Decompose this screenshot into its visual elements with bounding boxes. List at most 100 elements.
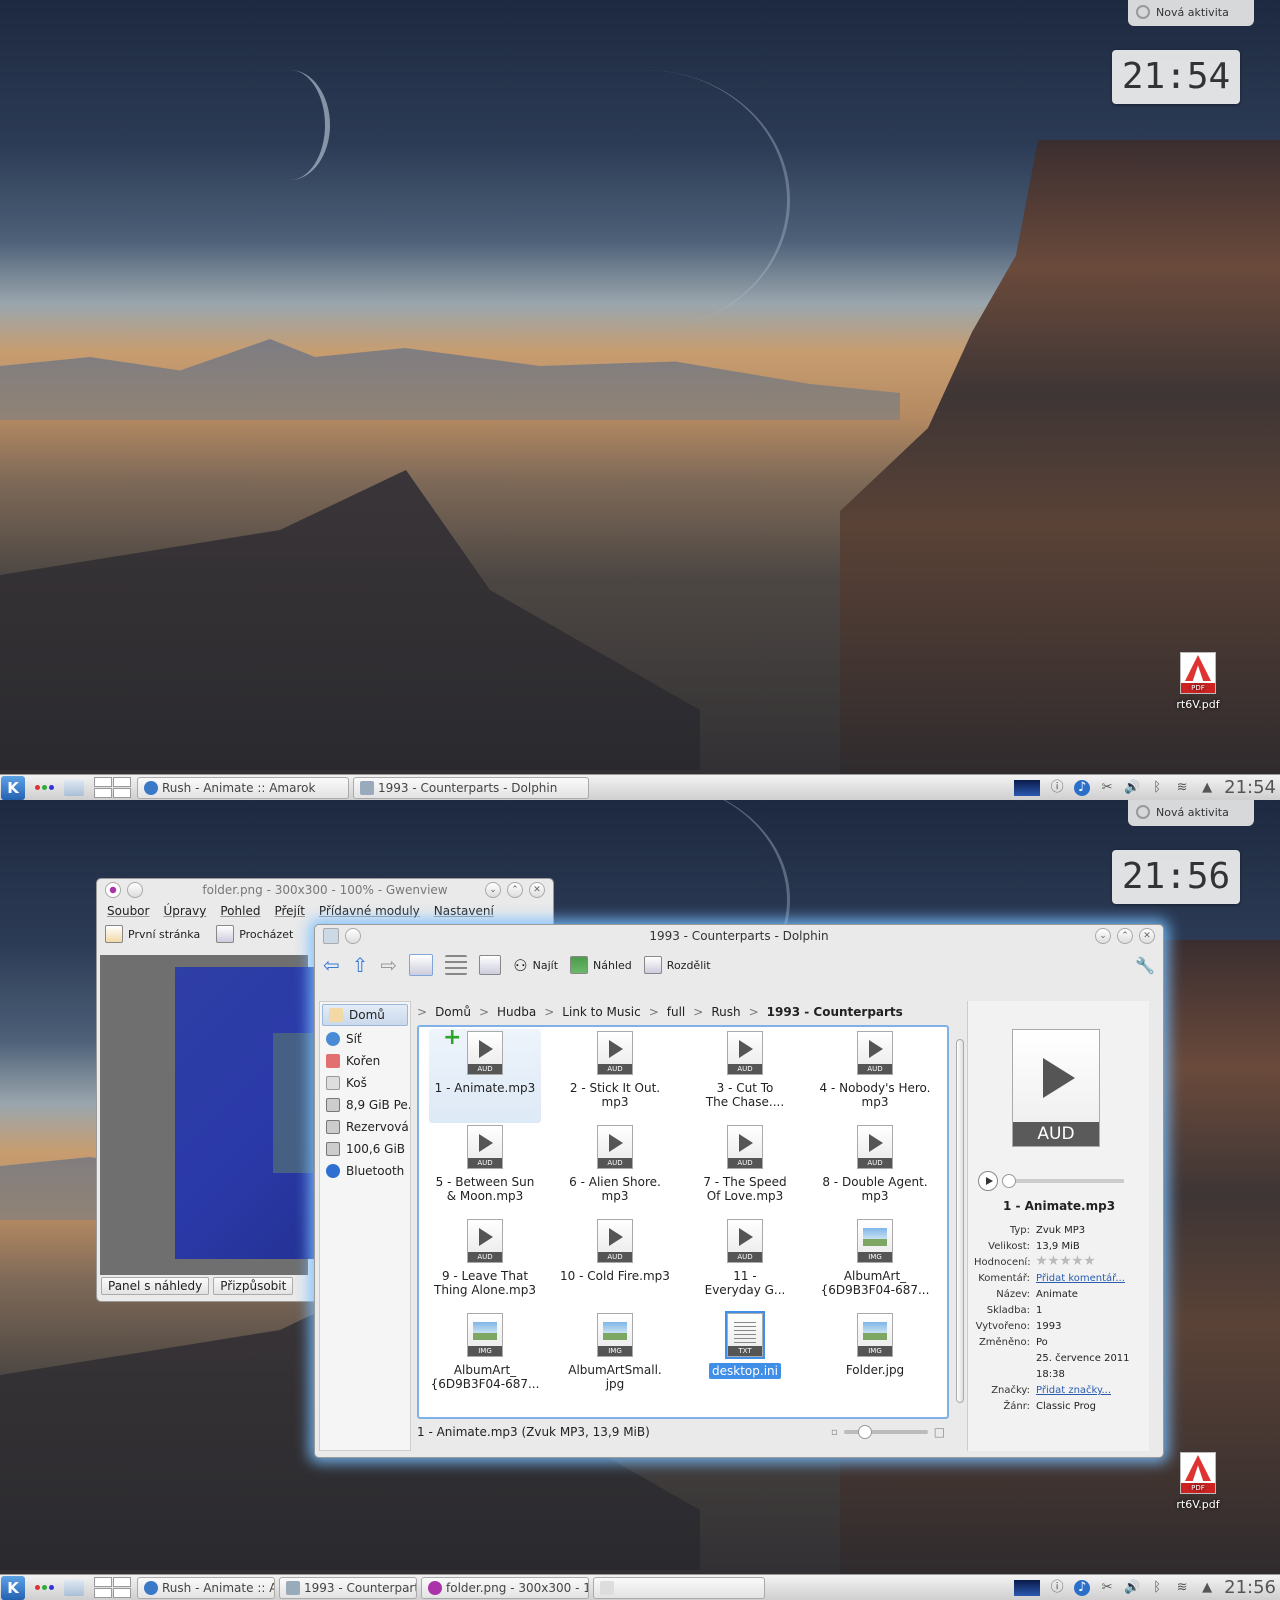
volume-icon[interactable]: 🔊 [1124,1580,1140,1596]
place-trash[interactable]: Koš [320,1072,410,1094]
close-icon[interactable]: ✕ [1139,928,1155,944]
file-item[interactable]: TXT desktop.ini [681,1311,809,1405]
settings-wrench-icon[interactable]: 🔧 [1135,956,1155,975]
file-item[interactable]: IMG AlbumArtSmall. jpg [551,1311,679,1405]
crumb-home[interactable]: Domů [435,1005,471,1019]
activities-icon[interactable] [35,785,54,790]
first-page-button[interactable]: První stránka [105,925,200,943]
amarok-tray-icon[interactable]: ♪ [1074,1579,1091,1596]
split-button[interactable]: Rozdělit [643,956,711,974]
icons-view-icon[interactable] [409,954,434,976]
crumb-current[interactable]: 1993 - Counterparts [767,1005,903,1019]
desktop-pager[interactable] [94,777,131,798]
menu-nastaveni[interactable]: Nastavení [434,904,494,918]
zoom-slider[interactable]: ▫ □ [831,1425,945,1439]
metadata-link[interactable]: Přidat značky... [1036,1383,1111,1399]
star-icon[interactable] [1084,1255,1095,1266]
play-button[interactable] [978,1171,998,1191]
preview-button[interactable]: Náhled [570,956,632,974]
gwenview-app-icon[interactable] [105,882,121,898]
task-dolphin[interactable]: 1993 - Counterparts - Dolphin [353,776,589,799]
file-item[interactable]: IMG AlbumArt_ {6D9B3F04-687... [421,1311,549,1405]
close-icon[interactable]: ✕ [529,882,545,898]
star-icon[interactable] [1072,1255,1083,1266]
kde-menu-button[interactable]: K [1,1575,25,1600]
star-icon[interactable] [1048,1255,1059,1266]
info-icon[interactable]: ⓘ [1049,780,1065,796]
expand-tray-icon[interactable]: ▲ [1199,780,1215,796]
columns-view-icon[interactable] [479,955,502,975]
new-activity-button[interactable]: Nová aktivita [1128,0,1254,26]
gwenview-titlebar[interactable]: folder.png - 300x300 - 100% - Gwenview ⌄… [97,879,553,901]
desktop-pager[interactable] [94,1577,131,1598]
pin-icon[interactable] [345,928,361,944]
klipper-icon[interactable]: ✂ [1099,1580,1115,1596]
menu-prejit[interactable]: Přejít [274,904,304,918]
wifi-icon[interactable]: ≋ [1174,780,1190,796]
file-item[interactable]: AUD 10 - Cold Fire.mp3 [551,1217,679,1311]
maximize-icon[interactable]: ⌃ [1117,928,1133,944]
klipper-icon[interactable]: ✂ [1099,780,1115,796]
place-root[interactable]: Kořen [320,1050,410,1072]
file-view[interactable]: + AUD 1 - Animate.mp3 AUD 2 - Stick It Out. … [417,1025,949,1419]
find-button[interactable]: ⚇ Najít [513,956,558,975]
screen-icon[interactable] [1014,1579,1041,1596]
desktop-file-pdf[interactable]: PDF rt6V.pdf [1168,1452,1228,1511]
file-item[interactable]: IMG AlbumArt_ {6D9B3F04-687... [811,1217,939,1311]
browse-button[interactable]: Procházet [216,925,293,943]
minimize-icon[interactable]: ⌄ [485,882,501,898]
new-activity-button[interactable]: Nová aktivita [1128,800,1254,826]
image-viewport[interactable] [100,955,315,1275]
desktop-file-pdf[interactable]: PDF rt6V.pdf [1168,652,1228,711]
place-drive-3[interactable]: 100,6 GiB ... [320,1138,410,1160]
file-item[interactable]: + AUD 1 - Animate.mp3 [429,1027,541,1123]
file-item[interactable]: AUD 2 - Stick It Out. mp3 [551,1029,679,1123]
place-network[interactable]: Síť [320,1028,410,1050]
bluetooth-icon[interactable]: ᛒ [1149,780,1165,796]
wifi-icon[interactable]: ≋ [1174,1580,1190,1596]
bluetooth-icon[interactable]: ᛒ [1149,1580,1165,1596]
seek-slider[interactable] [1002,1174,1124,1188]
pin-icon[interactable] [127,882,143,898]
expand-tray-icon[interactable]: ▲ [1199,1580,1215,1596]
rating-stars[interactable] [1036,1255,1095,1266]
info-icon[interactable]: ⓘ [1049,1580,1065,1596]
zoom-in-icon[interactable]: □ [934,1425,945,1439]
file-item[interactable]: AUD 7 - The Speed Of Love.mp3 [681,1123,809,1217]
screen-icon[interactable] [1014,779,1041,796]
forward-icon[interactable]: ⇨ [381,953,398,977]
file-item[interactable]: AUD 3 - Cut To The Chase.... [681,1029,809,1123]
menu-pridavne-moduly[interactable]: Přídavné moduly [319,904,420,918]
star-icon[interactable] [1060,1255,1071,1266]
crumb-rush[interactable]: Rush [711,1005,740,1019]
task-unnamed[interactable] [593,1576,765,1599]
up-icon[interactable]: ⇧ [352,953,369,977]
crumb-full[interactable]: full [667,1005,686,1019]
place-home[interactable]: Domů [322,1004,408,1026]
details-view-icon[interactable] [445,955,468,975]
star-icon[interactable] [1036,1255,1047,1266]
tray-clock[interactable]: 21:54 [1224,777,1276,798]
file-item[interactable]: AUD 6 - Alien Shore. mp3 [551,1123,679,1217]
task-gwenview[interactable]: folder.png - 300x300 - 100 [421,1576,589,1599]
file-item[interactable]: AUD 11 - Everyday G... [681,1217,809,1311]
folder-view-icon[interactable] [64,1579,84,1596]
file-item[interactable]: AUD 8 - Double Agent. mp3 [811,1123,939,1217]
file-item[interactable]: AUD 4 - Nobody's Hero. mp3 [811,1029,939,1123]
metadata-link[interactable]: Přidat komentář... [1036,1271,1125,1287]
task-amarok[interactable]: Rush - Animate :: Amarok [137,776,349,799]
place-drive-2[interactable]: Rezervová... [320,1116,410,1138]
volume-icon[interactable]: 🔊 [1124,780,1140,796]
dolphin-app-icon[interactable] [323,928,339,944]
dolphin-titlebar[interactable]: 1993 - Counterparts - Dolphin ⌄ ⌃ ✕ [315,925,1163,947]
file-item[interactable]: AUD 9 - Leave That Thing Alone.mp3 [421,1217,549,1311]
amarok-tray-icon[interactable]: ♪ [1074,779,1091,796]
tray-clock[interactable]: 21:56 [1224,1577,1276,1598]
task-amarok[interactable]: Rush - Animate :: Amarok [137,1576,275,1599]
activities-icon[interactable] [35,1585,54,1590]
menu-upravy[interactable]: Úpravy [163,904,206,918]
minimize-icon[interactable]: ⌄ [1095,928,1111,944]
menu-soubor[interactable]: Soubor [107,904,149,918]
kde-menu-button[interactable]: K [1,775,25,800]
crumb-link-to-music[interactable]: Link to Music [562,1005,640,1019]
